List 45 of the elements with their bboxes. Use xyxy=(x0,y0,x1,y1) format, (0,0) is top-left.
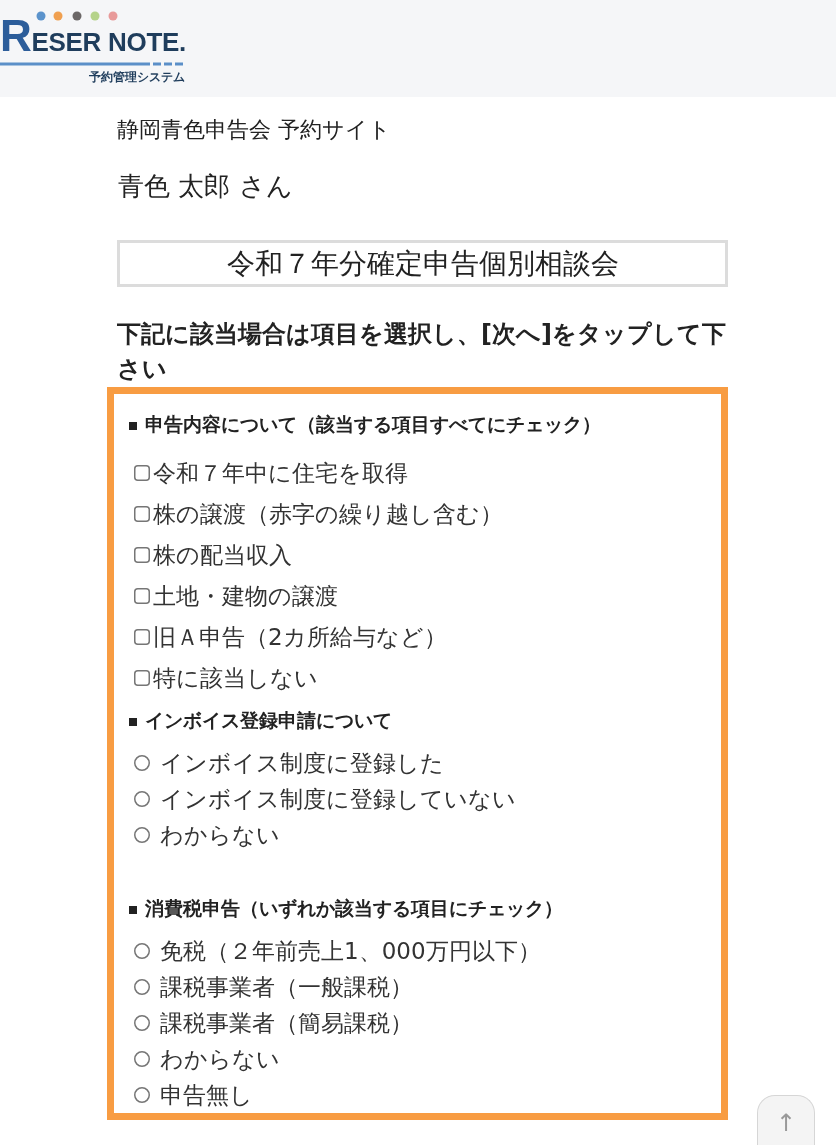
radio-label[interactable]: 課税事業者（一般課税） xyxy=(160,972,413,1002)
logo-tagline: 予約管理システム xyxy=(89,69,185,85)
radio-label[interactable]: インボイス制度に登録していない xyxy=(160,784,516,814)
radio-button[interactable] xyxy=(134,1051,150,1067)
checkbox-label[interactable]: 旧Ａ申告（2カ所給与など） xyxy=(153,621,447,652)
radio-label[interactable]: わからない xyxy=(160,820,280,850)
checkbox[interactable] xyxy=(134,464,150,481)
checkbox[interactable] xyxy=(134,546,150,563)
site-title: 静岡青色申告会 予約サイト xyxy=(117,116,392,144)
checkbox-label[interactable]: 令和７年中に住宅を取得 xyxy=(153,457,408,488)
event-title: 令和７年分確定申告個別相談会 xyxy=(117,240,728,287)
section-heading: 消費税申告（いずれか該当する項目にチェック） xyxy=(145,896,563,921)
square-bullet-icon xyxy=(129,717,137,726)
checkbox[interactable] xyxy=(134,669,150,686)
section-heading: 申告内容について（該当する項目すべてにチェック） xyxy=(145,412,601,437)
radio-button[interactable] xyxy=(134,979,150,995)
checkbox-label[interactable]: 特に該当しない xyxy=(153,662,318,693)
radio-button[interactable] xyxy=(134,1087,150,1103)
radio-label[interactable]: インボイス制度に登録した xyxy=(160,748,444,778)
checkbox[interactable] xyxy=(134,587,150,604)
radio-button[interactable] xyxy=(134,755,150,771)
instruction-text: 下記に該当場合は項目を選択し、[次へ]をタップして下さい xyxy=(117,319,727,385)
logo-dot-icon xyxy=(53,11,63,21)
radio-button[interactable] xyxy=(134,1015,150,1031)
logo-wordmark[interactable]: RESER NOTE. xyxy=(0,19,186,59)
radio-button[interactable] xyxy=(134,827,150,843)
checkbox-label[interactable]: 株の譲渡（赤字の繰り越し含む） xyxy=(153,498,503,529)
logo-dot-icon xyxy=(72,11,82,21)
checkbox[interactable] xyxy=(134,628,150,645)
logo-dot-icon xyxy=(36,11,46,21)
user-greeting: 青色 太郎 さん xyxy=(117,170,294,203)
logo-dot-icon xyxy=(108,11,118,21)
radio-button[interactable] xyxy=(134,791,150,807)
radio-label[interactable]: 課税事業者（簡易課税） xyxy=(160,1008,413,1038)
square-bullet-icon xyxy=(129,421,137,430)
radio-label[interactable]: わからない xyxy=(160,1044,280,1074)
checkbox[interactable] xyxy=(134,505,150,522)
radio-button[interactable] xyxy=(134,943,150,959)
radio-label[interactable]: 免税（２年前売上1、000万円以下） xyxy=(160,936,541,966)
section-heading: インボイス登録申請について xyxy=(145,708,392,733)
checkbox-label[interactable]: 株の配当収入 xyxy=(153,539,292,570)
checkbox-label[interactable]: 土地・建物の譲渡 xyxy=(153,580,338,611)
logo-dot-icon xyxy=(90,11,100,21)
square-bullet-icon xyxy=(129,905,137,914)
radio-label[interactable]: 申告無し xyxy=(160,1080,253,1110)
